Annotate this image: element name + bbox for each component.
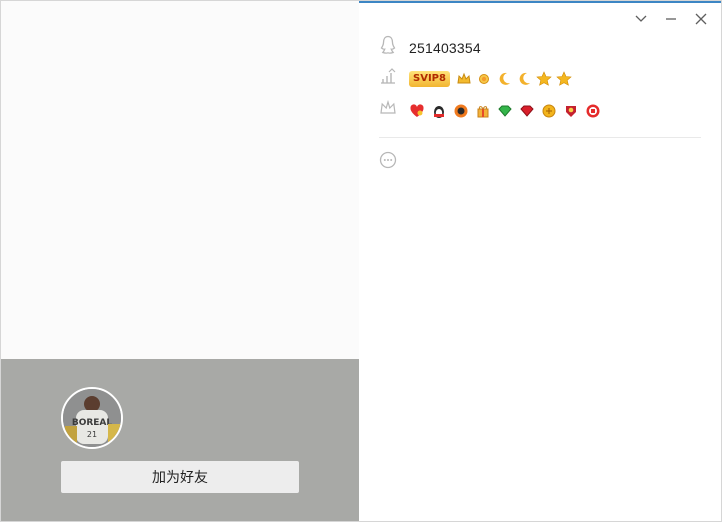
qq-penguin-icon	[379, 35, 397, 60]
penguin-badge-icon[interactable]	[431, 103, 447, 119]
profile-bottom-panel: BOREAL 21 加为好友	[1, 359, 359, 521]
avatar[interactable]: BOREAL 21	[61, 387, 123, 449]
star-icon	[536, 70, 552, 87]
profile-window: BOREAL 21 加为好友 251403354 SVIP8	[0, 0, 722, 522]
section-divider	[379, 137, 701, 138]
svip-badge: SVIP8	[409, 70, 450, 87]
moon-icon	[496, 71, 512, 87]
add-friend-button[interactable]: 加为好友	[61, 461, 299, 493]
right-panel: 251403354 SVIP8	[359, 1, 721, 521]
more-options-icon[interactable]	[379, 151, 397, 174]
svg-text:BOREAL: BOREAL	[72, 418, 113, 428]
green-diamond-icon[interactable]	[497, 103, 513, 119]
left-panel: BOREAL 21 加为好友	[1, 1, 359, 521]
level-chart-icon	[379, 67, 397, 90]
game-badge-icon[interactable]	[563, 103, 579, 119]
yellow-diamond-icon[interactable]	[541, 103, 557, 119]
video-badge-icon[interactable]	[585, 103, 601, 119]
chevron-down-icon[interactable]	[633, 11, 649, 27]
qq-number-row: 251403354	[379, 35, 481, 60]
close-icon[interactable]	[693, 11, 709, 27]
services-row	[379, 99, 605, 122]
qq-show-icon[interactable]	[453, 103, 469, 119]
more-row	[379, 151, 397, 174]
heart-badge-icon[interactable]	[409, 103, 425, 119]
window-controls	[633, 11, 709, 27]
gift-badge-icon[interactable]	[475, 103, 491, 119]
minimize-icon[interactable]	[663, 11, 679, 27]
star-icon	[556, 70, 572, 87]
qq-number: 251403354	[409, 39, 481, 56]
crown-icon	[456, 71, 472, 87]
red-diamond-icon[interactable]	[519, 103, 535, 119]
service-badges	[409, 103, 605, 119]
sun-icon	[476, 71, 492, 87]
crown-outline-icon	[379, 99, 397, 122]
level-badges: SVIP8	[409, 70, 576, 87]
moon-icon	[516, 71, 532, 87]
level-row: SVIP8	[379, 67, 576, 90]
svg-text:21: 21	[87, 430, 97, 439]
